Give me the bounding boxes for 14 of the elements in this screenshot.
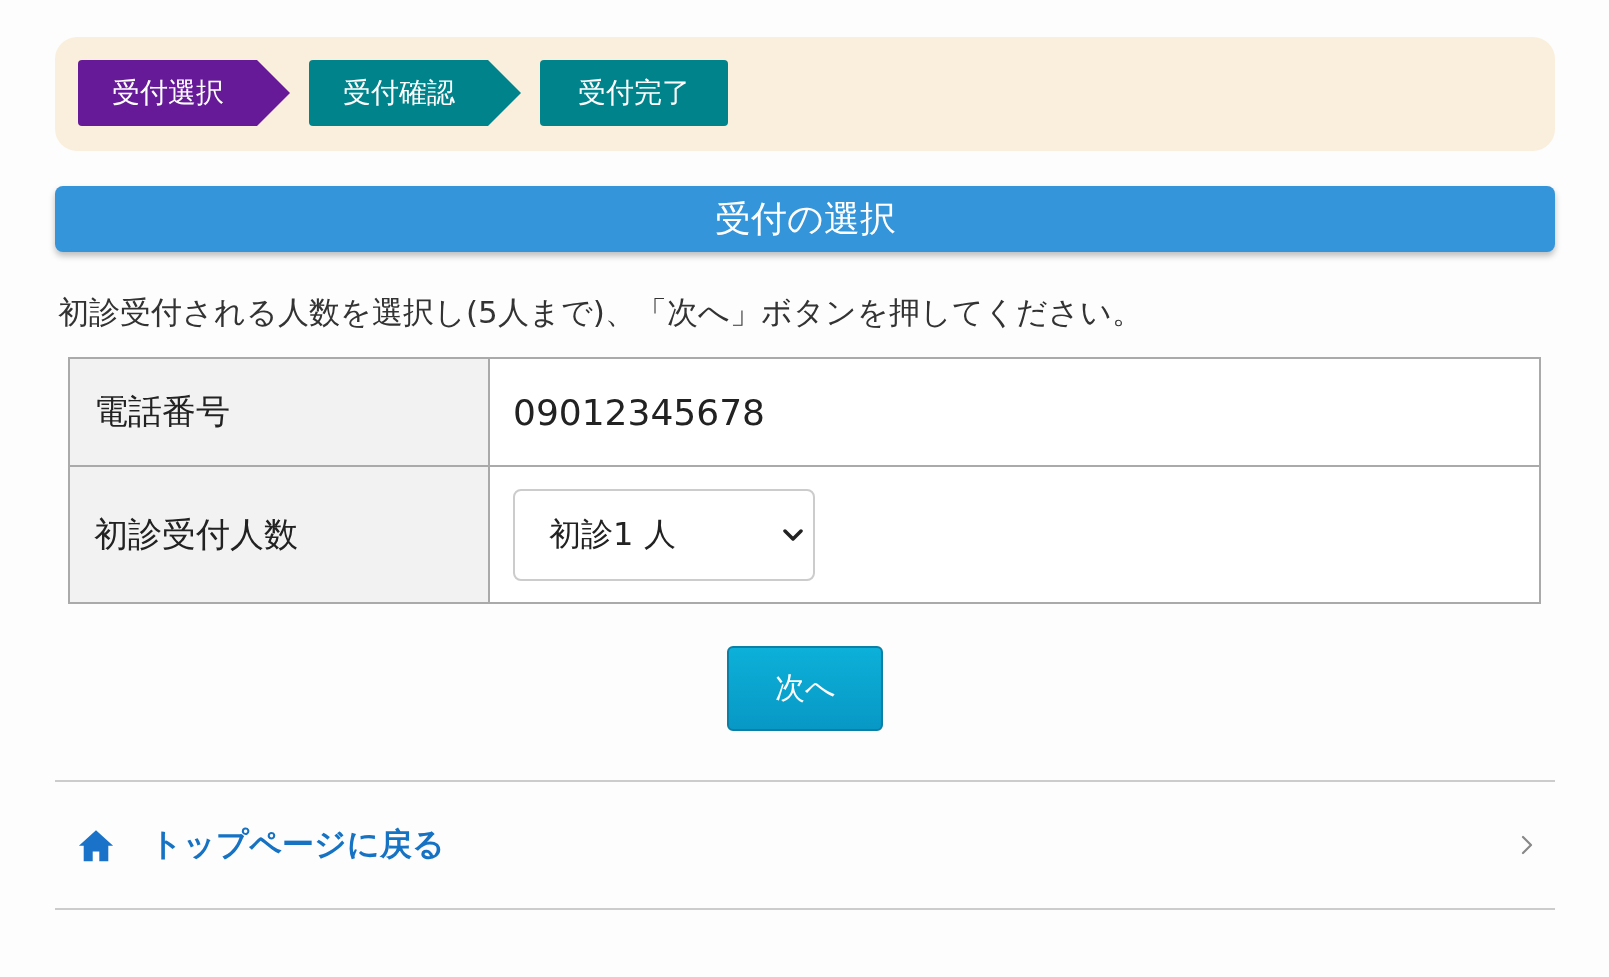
progress-step: 受付確認 xyxy=(309,60,521,126)
home-icon xyxy=(78,828,114,862)
section-title-bar: 受付の選択 xyxy=(55,186,1555,252)
people-count-select[interactable]: 初診1 人 xyxy=(513,488,815,581)
field-label-cell: 初診受付人数 xyxy=(69,466,489,603)
field-label-cell: 電話番号 xyxy=(69,358,489,466)
instruction-text: 初診受付される人数を選択し(5人まで)、「次へ」ボタンを押してください。 xyxy=(58,293,1144,332)
chevron-down-icon xyxy=(783,528,803,541)
progress-step: 受付完了 xyxy=(540,60,728,126)
chevron-right-icon[interactable] xyxy=(1521,835,1533,855)
back-to-top-link[interactable]: トップページに戻る xyxy=(78,823,445,867)
next-button[interactable]: 次へ xyxy=(727,646,883,731)
field-value-cell: 09012345678 xyxy=(489,358,1540,466)
progress-step: 受付選択 xyxy=(78,60,290,126)
